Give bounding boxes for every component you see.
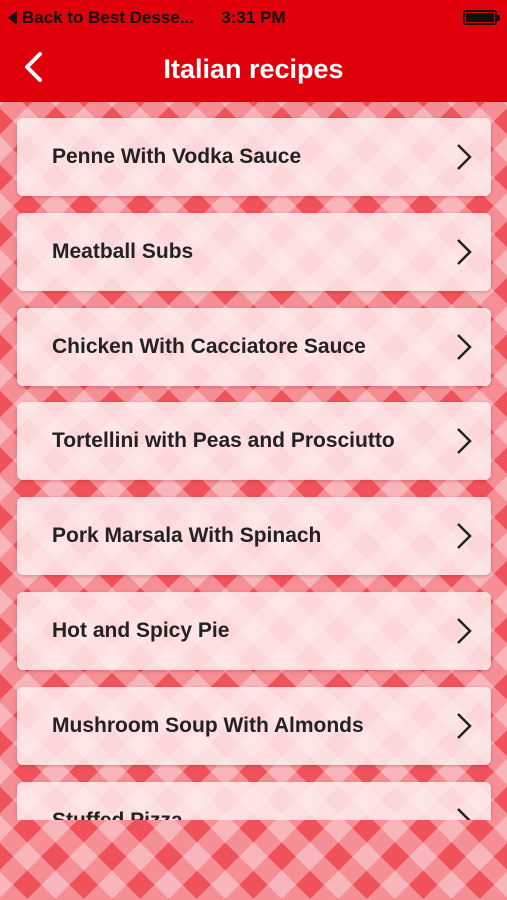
chevron-right-icon (457, 144, 472, 170)
recipe-label: Tortellini with Peas and Prosciutto (52, 429, 395, 452)
list-item[interactable]: Mushroom Soup With Almonds (17, 687, 491, 765)
list-item[interactable]: Chicken With Cacciatore Sauce (17, 308, 491, 386)
recipe-label: Stuffed Pizza (52, 782, 183, 820)
nav-bar: Italian recipes (0, 36, 507, 102)
list-item[interactable]: Pork Marsala With Spinach (17, 497, 491, 575)
chevron-right-icon (457, 808, 471, 820)
recipe-label: Pork Marsala With Spinach (52, 524, 322, 547)
list-item[interactable]: Meatball Subs (17, 213, 491, 291)
status-time: 3:31 PM (221, 8, 286, 27)
recipe-label: Mushroom Soup With Almonds (52, 714, 364, 737)
list-item[interactable]: Hot and Spicy Pie (17, 592, 491, 670)
battery-icon (463, 10, 500, 25)
page-title: Italian recipes (163, 54, 344, 84)
chevron-right-icon (457, 618, 472, 644)
chevron-right-icon (457, 334, 472, 360)
chevron-right-icon (457, 713, 472, 739)
tablecloth-background (0, 820, 507, 900)
recipe-list[interactable]: Penne With Vodka Sauce Meatball Subs Chi… (0, 102, 507, 820)
recipe-label: Hot and Spicy Pie (52, 619, 230, 642)
list-item[interactable]: Tortellini with Peas and Prosciutto (17, 402, 491, 480)
chevron-right-icon (457, 523, 472, 549)
recipe-label: Penne With Vodka Sauce (52, 145, 302, 168)
list-item[interactable]: Penne With Vodka Sauce (17, 118, 491, 196)
recipe-label: Meatball Subs (52, 240, 194, 263)
recipe-label: Chicken With Cacciatore Sauce (52, 335, 366, 358)
list-item[interactable]: Stuffed Pizza (17, 782, 491, 820)
status-bar: Back to Best Desse... 3:31 PM (0, 0, 507, 36)
chevron-right-icon (457, 239, 472, 265)
chevron-right-icon (457, 428, 472, 454)
